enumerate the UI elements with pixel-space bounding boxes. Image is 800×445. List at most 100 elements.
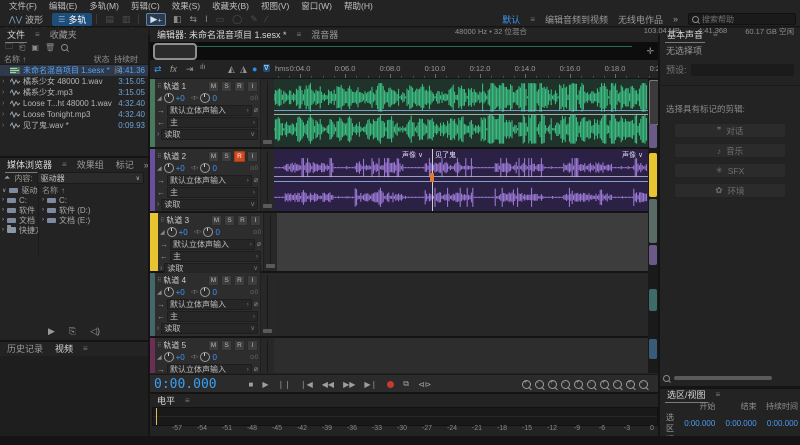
time-selection-tool-icon[interactable]: I <box>201 14 212 24</box>
files-search-icon[interactable] <box>61 44 68 51</box>
pitch-display-icon[interactable]: ▥ <box>118 14 135 25</box>
editor-panel-menu-icon[interactable]: ≡ <box>297 30 302 39</box>
automation-mode-selector[interactable]: 读取∨ <box>164 263 261 274</box>
expand-chevron-icon[interactable]: › <box>2 89 10 96</box>
monitor-input-button[interactable]: I <box>250 215 261 226</box>
track-header[interactable]: ⠿轨道 5MSRI◢+0◁▷0⊙0→默认立体声输入›⌀←主››读取∨ <box>155 338 260 373</box>
sv-value[interactable]: 0:00.000 <box>759 412 800 434</box>
drive-row[interactable]: ›C: <box>42 195 148 205</box>
sv-value[interactable]: 0:00.000 <box>717 412 758 434</box>
zoom-in-right-icon[interactable]: - <box>561 380 570 389</box>
track-lane[interactable] <box>274 338 658 373</box>
workspace-default[interactable]: 默认 <box>502 13 520 26</box>
skip-selection-playback-icon[interactable]: ⊲⊳ <box>413 380 435 389</box>
track-drag-handle-icon[interactable]: ⠿ <box>157 153 161 160</box>
expand-chevron-icon[interactable]: › <box>2 100 10 107</box>
metronome-icon[interactable]: ◭ <box>228 64 235 75</box>
zoom-in-time-icon[interactable]: + <box>600 380 609 389</box>
spectral-display-icon[interactable]: ▤ <box>101 14 118 25</box>
video-panel-menu-icon[interactable]: ≡ <box>83 344 88 353</box>
play-button[interactable]: ▶ <box>258 380 273 389</box>
timeline-ruler[interactable]: hms 0:04.00:06.00:08.00:10.00:12.00:14.0… <box>268 61 658 78</box>
zoom-in-point-icon[interactable]: + <box>522 380 531 389</box>
zoom-selection-icon[interactable]: + <box>574 380 583 389</box>
stop-button[interactable]: ■ <box>244 380 258 389</box>
drive-row[interactable]: ›文档 (E:) <box>42 215 148 225</box>
tag-button-SFX[interactable]: ✳SFX <box>674 163 786 178</box>
lasso-tool-icon[interactable]: ◯ <box>228 14 246 25</box>
record-button[interactable] <box>387 381 394 388</box>
tree-item[interactable]: ›C: <box>2 195 38 205</box>
pan-knob[interactable] <box>203 227 213 237</box>
monitor-input-button[interactable]: I <box>247 340 258 351</box>
mute-button[interactable]: M <box>208 275 219 286</box>
track-drag-handle-icon[interactable]: ⠿ <box>157 277 161 284</box>
pan-knob[interactable] <box>200 163 210 173</box>
input-selector[interactable]: 默认立体声输入› <box>167 299 252 310</box>
sv-value[interactable]: 0:16.959 <box>759 434 800 436</box>
sv-value[interactable]: 0:19.834 <box>717 434 758 436</box>
menu-item[interactable]: 效果(S) <box>167 0 205 12</box>
tag-button-环境[interactable]: ✿环境 <box>674 183 786 198</box>
fader-handle[interactable] <box>263 140 272 144</box>
monitor-input-button[interactable]: I <box>247 275 258 286</box>
drive-chevron-icon[interactable]: › <box>42 197 44 203</box>
mute-button[interactable]: M <box>208 81 219 92</box>
file-row[interactable]: ›Loose Tonight.mp34:32.40 <box>0 109 148 120</box>
tree-chevron-icon[interactable]: › <box>2 207 4 213</box>
tab-favorites[interactable]: 收藏夹 <box>48 28 79 42</box>
tree-chevron-icon[interactable]: › <box>2 197 4 203</box>
mute-button[interactable]: M <box>211 215 222 226</box>
input-monitor-off-icon[interactable]: ⌀ <box>257 240 261 248</box>
expand-chevron-icon[interactable]: › <box>2 111 10 118</box>
input-selector[interactable]: 默认立体声输入› <box>167 364 252 374</box>
automation-expand-icon[interactable]: › <box>157 325 159 332</box>
file-row[interactable]: ›橘系少女 48000 1.wav3:15.05 <box>0 76 148 87</box>
output-selector[interactable]: 主› <box>167 117 258 128</box>
zoom-in-left-icon[interactable]: + <box>548 380 557 389</box>
help-search-input[interactable]: 搜索帮助 <box>688 13 796 25</box>
slip-tool-icon[interactable]: ⇆ <box>186 14 202 25</box>
track-fader[interactable] <box>260 79 274 147</box>
tab-effects-rack[interactable]: 效果组 <box>75 158 106 172</box>
track-header[interactable]: ⠿轨道 2MSRI◢+0◁▷0⊙0→默认立体声输入›⌀←主››读取∨ <box>155 149 260 211</box>
menu-item[interactable]: 文件(F) <box>4 0 42 12</box>
tab-history[interactable]: 历史记录 <box>5 342 45 356</box>
pan-envelope-line[interactable] <box>274 114 658 115</box>
tree-chevron-icon[interactable]: › <box>2 217 4 223</box>
playhead-time-display[interactable]: 0:00.000 <box>150 377 244 392</box>
solo-button[interactable]: S <box>221 340 232 351</box>
menu-item[interactable]: 帮助(H) <box>339 0 378 12</box>
output-selector[interactable]: 主› <box>170 251 261 262</box>
tag-button-对话[interactable]: ❞对话 <box>674 123 786 138</box>
fader-handle[interactable] <box>263 329 272 333</box>
tab-markers[interactable]: 标记 <box>114 158 136 172</box>
eq-bars-icon[interactable]: ılı <box>200 64 205 71</box>
output-selector[interactable]: 主› <box>167 187 258 198</box>
track-header[interactable]: ⠿轨道 1MSRI◢+0◁▷0⊙0→默认立体声输入›⌀←主››读取∨ <box>155 79 260 147</box>
track-name[interactable]: 轨道 2 <box>163 151 186 162</box>
track-name[interactable]: 轨道 3 <box>166 215 189 226</box>
volume-envelope-line[interactable] <box>274 110 658 111</box>
fx-icon[interactable]: fx <box>170 64 177 74</box>
automation-expand-icon[interactable]: › <box>157 201 159 208</box>
automation-expand-icon[interactable]: › <box>160 265 162 272</box>
media-more-icon[interactable]: » <box>144 160 148 170</box>
track-drag-handle-icon[interactable]: ⠿ <box>157 342 161 349</box>
zoom-out-full-icon[interactable]: - <box>587 380 596 389</box>
preset-dropdown[interactable] <box>691 64 794 76</box>
es-zoom-icon[interactable] <box>663 375 670 382</box>
marquee-tool-icon[interactable]: ▭ <box>212 14 229 25</box>
record-arm-button[interactable]: R <box>234 275 245 286</box>
tab-editor[interactable]: 编辑器: 未命名混音项目 1.sesx * <box>155 28 289 43</box>
record-arm-button[interactable]: R <box>234 81 245 92</box>
file-row[interactable]: ›橘系少女.mp33:15.05 <box>0 87 148 98</box>
volume-knob[interactable] <box>164 93 174 103</box>
record-arm-button[interactable]: R <box>234 340 245 351</box>
content-dropdown[interactable]: 驱动器 ∨ <box>37 172 144 184</box>
track-header[interactable]: ⠿轨道 4MSRI◢+0◁▷0⊙0→默认立体声输入›⌀←主››读取∨ <box>155 273 260 336</box>
volume-knob[interactable] <box>164 163 174 173</box>
rewind-button[interactable]: ◀◀ <box>317 380 338 389</box>
levels-panel-menu-icon[interactable]: ≡ <box>185 396 190 405</box>
pan-value[interactable]: 0 <box>215 228 219 237</box>
